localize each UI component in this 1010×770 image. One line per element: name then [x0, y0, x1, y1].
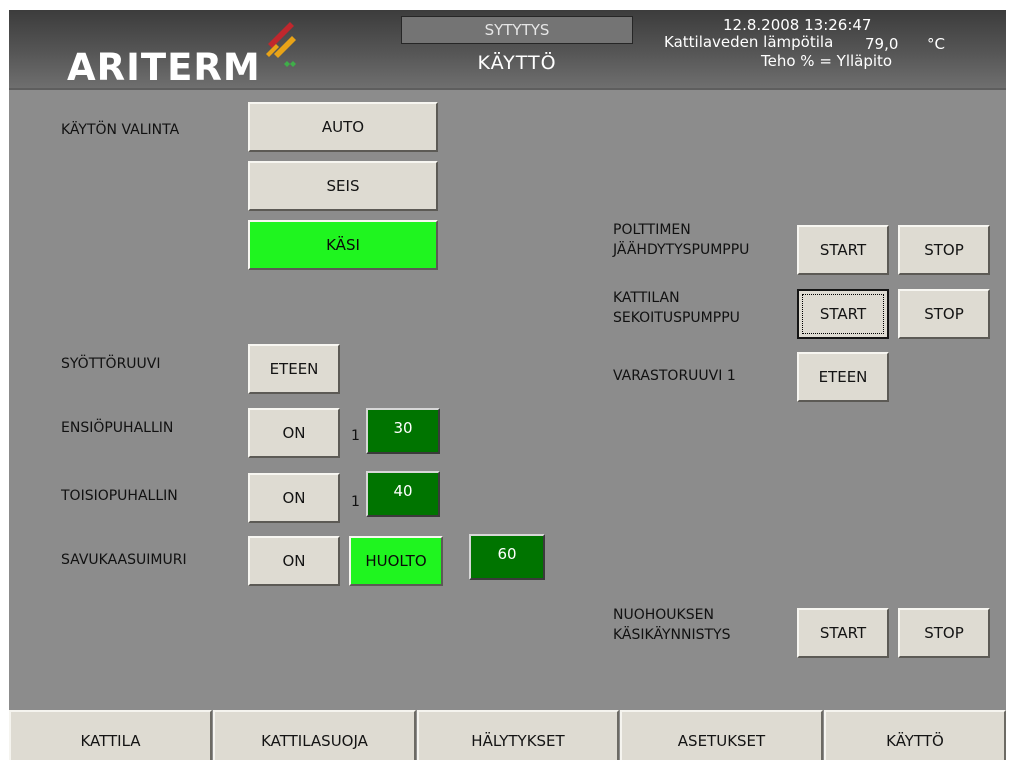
flue-fan-label: SAVUKAASUIMURI	[61, 552, 187, 568]
tab-kattila[interactable]: KATTILA	[9, 710, 212, 760]
hmi-panel: ARITERM SYTYTYS KÄYTTÖ 12.8.2008 13:26:4…	[9, 10, 1006, 760]
logo-text: ARITERM	[67, 46, 261, 89]
primary-fan-index: 1	[351, 428, 360, 444]
mode-title: KÄYTTÖ	[477, 52, 557, 74]
water-temp-value: 79,0	[865, 35, 899, 53]
flame-logo-icon	[266, 22, 296, 67]
primary-fan-label: ENSIÖPUHALLIN	[61, 420, 174, 436]
feed-screw-label: SYÖTTÖRUUVI	[61, 356, 161, 372]
stop-mode-button[interactable]: SEIS	[248, 161, 438, 211]
tab-halytykset[interactable]: HÄLYTYKSET	[417, 710, 619, 760]
manual-button[interactable]: KÄSI	[248, 220, 438, 270]
primary-fan-value[interactable]: 30	[366, 408, 440, 454]
boiler-pump-start-button[interactable]: START	[797, 289, 889, 339]
water-temp-label: Kattilaveden lämpötila	[664, 33, 834, 51]
burner-pump-label-2: JÄÄHDYTYSPUMPPU	[613, 242, 750, 258]
secondary-fan-index: 1	[351, 494, 360, 510]
flue-fan-value[interactable]: 60	[469, 534, 545, 580]
sooting-stop-button[interactable]: STOP	[898, 608, 990, 658]
datetime: 12.8.2008 13:26:47	[723, 16, 872, 34]
header-bar: ARITERM SYTYTYS KÄYTTÖ 12.8.2008 13:26:4…	[9, 10, 1006, 89]
auto-button[interactable]: AUTO	[248, 102, 438, 152]
water-temp-unit: °C	[927, 35, 945, 53]
sooting-start-button[interactable]: START	[797, 608, 889, 658]
storage-screw-forward-button[interactable]: ETEEN	[797, 352, 889, 402]
secondary-fan-value[interactable]: 40	[366, 471, 440, 517]
storage-screw-label: VARASTORUUVI 1	[613, 368, 736, 384]
burner-pump-label-1: POLTTIMEN	[613, 222, 691, 238]
mode-select-label: KÄYTÖN VALINTA	[61, 122, 180, 138]
boiler-pump-label-1: KATTILAN	[613, 290, 680, 306]
status-box: SYTYTYS	[401, 16, 633, 44]
tab-kattilasuoja[interactable]: KATTILASUOJA	[213, 710, 416, 760]
flue-fan-service-button[interactable]: HUOLTO	[349, 536, 443, 586]
boiler-pump-label-2: SEKOITUSPUMPPU	[613, 310, 740, 326]
secondary-fan-label: TOISIOPUHALLIN	[61, 488, 178, 504]
tab-asetukset[interactable]: ASETUKSET	[620, 710, 823, 760]
burner-pump-stop-button[interactable]: STOP	[898, 225, 990, 275]
boiler-pump-stop-button[interactable]: STOP	[898, 289, 990, 339]
tab-kaytto[interactable]: KÄYTTÖ	[824, 710, 1006, 760]
secondary-fan-on-button[interactable]: ON	[248, 473, 340, 523]
burner-pump-start-button[interactable]: START	[797, 225, 889, 275]
primary-fan-on-button[interactable]: ON	[248, 408, 340, 458]
sooting-label-1: NUOHOUKSEN	[613, 607, 714, 623]
feed-screw-forward-button[interactable]: ETEEN	[248, 344, 340, 394]
power-status: Teho % = Ylläpito	[761, 52, 893, 70]
sooting-label-2: KÄSIKÄYNNISTYS	[613, 627, 731, 643]
header-divider	[9, 88, 1006, 90]
flue-fan-on-button[interactable]: ON	[248, 536, 340, 586]
